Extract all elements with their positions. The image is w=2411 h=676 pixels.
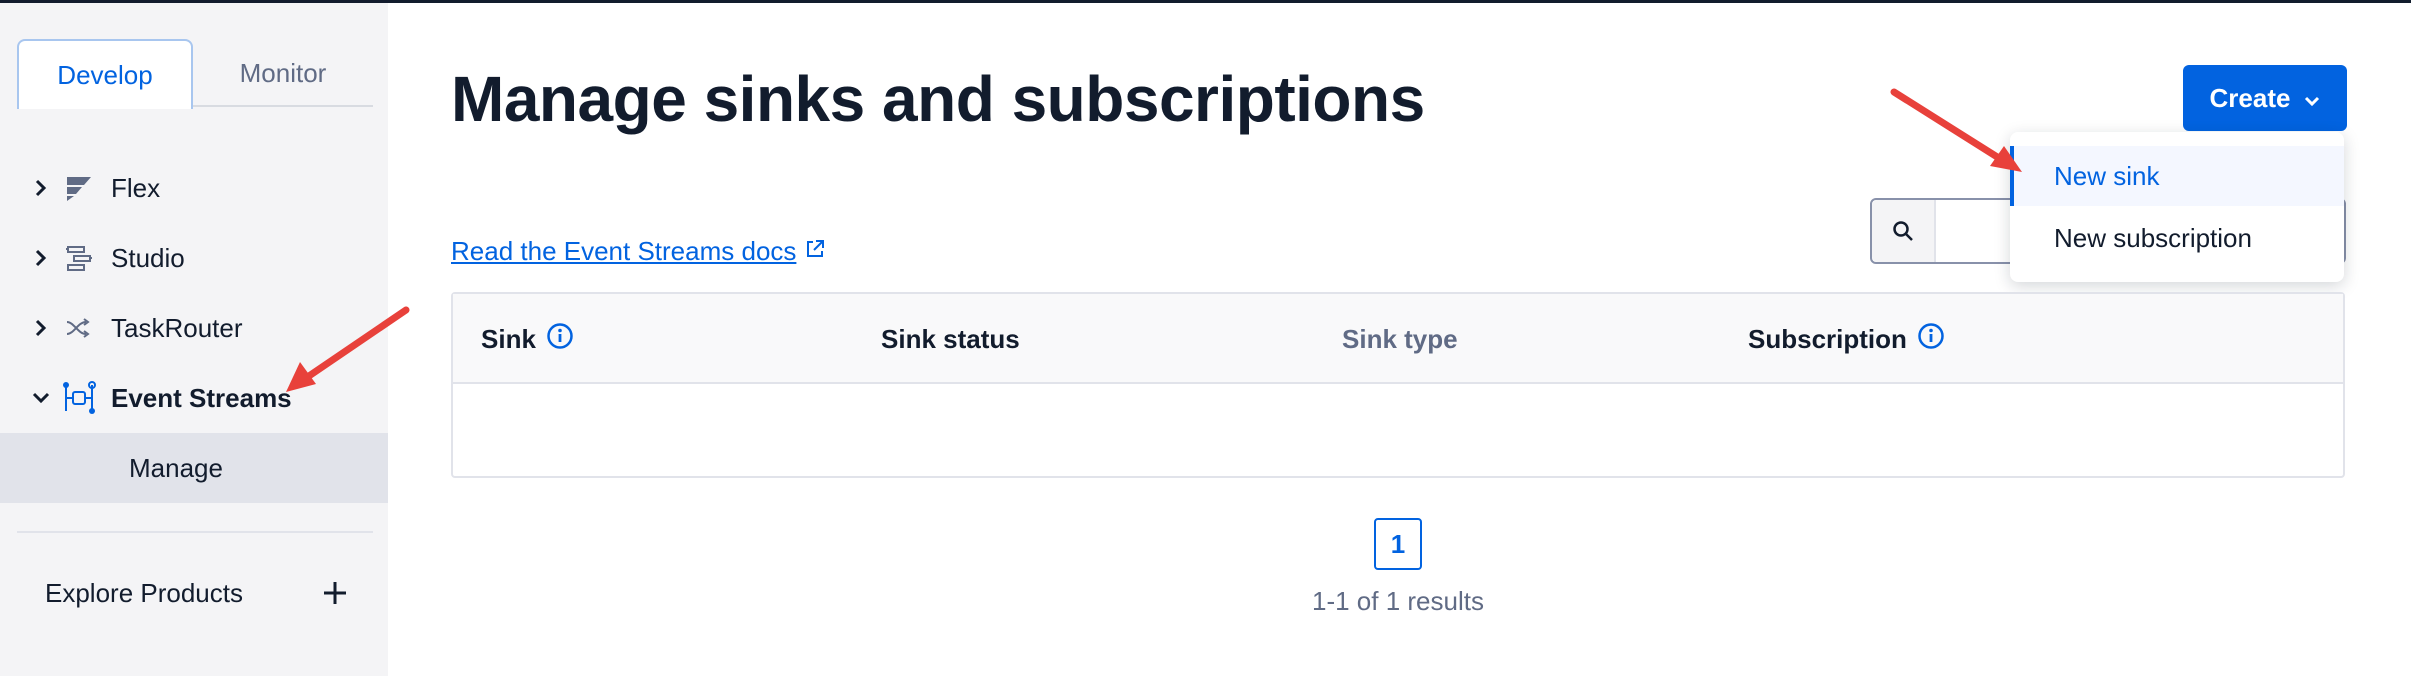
annotation-arrows: [286, 88, 2022, 392]
annotation-arrow-to-event-streams: [286, 306, 410, 392]
annotation-arrow-to-new-sink: [1890, 88, 2022, 172]
